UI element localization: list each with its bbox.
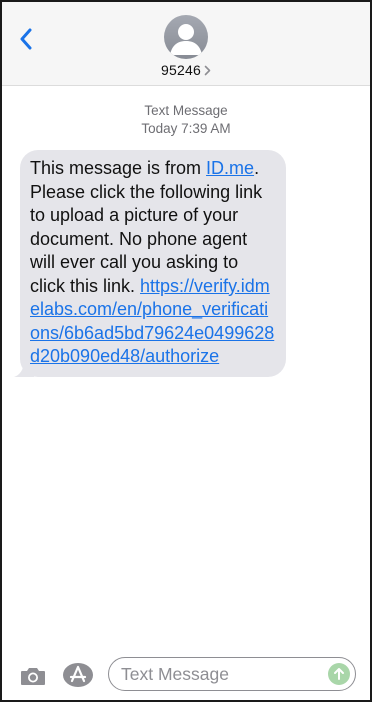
message-type-label: Text Message: [144, 103, 228, 118]
sender-link[interactable]: ID.me: [206, 158, 254, 178]
back-button[interactable]: [14, 26, 38, 52]
conversation-header: 95246: [2, 2, 370, 86]
send-button[interactable]: [328, 663, 350, 685]
message-input[interactable]: Text Message: [108, 657, 356, 691]
timestamp: Today 7:39 AM: [141, 121, 231, 136]
send-arrow-icon: [334, 668, 344, 680]
avatar[interactable]: [164, 15, 208, 59]
camera-icon: [21, 668, 45, 685]
message-input-placeholder: Text Message: [121, 663, 229, 684]
thread-meta: Text Message Today 7:39 AM: [2, 102, 370, 138]
app-store-icon: [63, 663, 93, 687]
contact-name: 95246: [161, 62, 201, 78]
message-screen: 95246 Text Message Today 7:39 AM This me…: [0, 0, 372, 702]
incoming-message: This message is from ID.me. Please click…: [14, 150, 286, 377]
apps-button[interactable]: [62, 662, 94, 688]
message-bubble: This message is from ID.me. Please click…: [20, 150, 286, 377]
composer-bar: Text Message: [2, 650, 370, 700]
contact-details-button[interactable]: 95246: [2, 60, 370, 80]
person-silhouette-icon: [170, 24, 202, 55]
chevron-left-icon: [20, 28, 32, 50]
message-text-start: This message is from: [30, 158, 207, 178]
camera-button[interactable]: [19, 664, 47, 688]
chevron-right-icon: [204, 65, 211, 75]
